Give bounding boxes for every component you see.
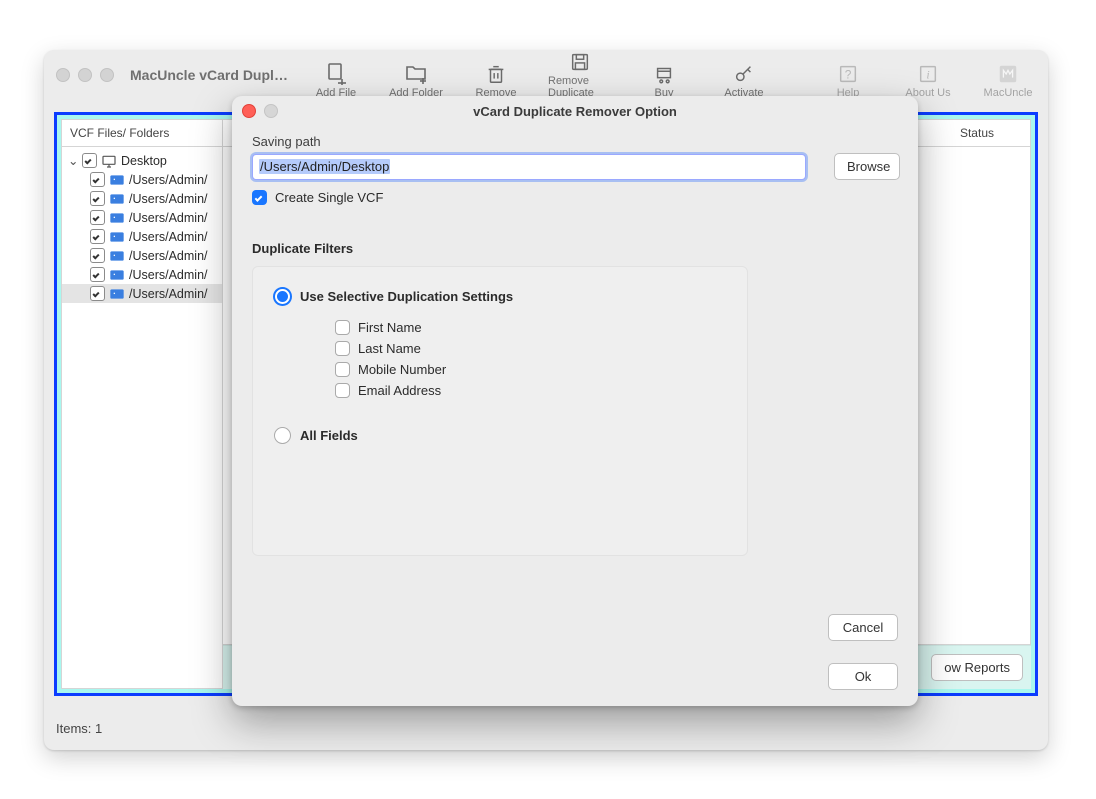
window-title: MacUncle vCard Duplica… xyxy=(130,67,290,83)
svg-text:i: i xyxy=(926,68,929,82)
modal-close-button[interactable] xyxy=(242,104,256,118)
check-last-name-label: Last Name xyxy=(358,341,421,356)
saving-path-label: Saving path xyxy=(252,134,898,149)
vcard-icon xyxy=(109,250,125,262)
duplicate-remover-modal: vCard Duplicate Remover Option Saving pa… xyxy=(232,96,918,706)
tree-panel: VCF Files/ Folders ⌄ Desktop /Users/Admi… xyxy=(61,119,223,689)
radio-selective-label: Use Selective Duplication Settings xyxy=(300,289,513,304)
modal-min-button xyxy=(264,104,278,118)
tree-item-checkbox[interactable] xyxy=(90,191,105,206)
window-controls[interactable] xyxy=(56,68,114,82)
traffic-light-min[interactable] xyxy=(78,68,92,82)
tree-item-label: /Users/Admin/ xyxy=(129,173,208,187)
traffic-light-close[interactable] xyxy=(56,68,70,82)
saving-path-value: /Users/Admin/Desktop xyxy=(259,159,390,174)
vcard-icon xyxy=(109,212,125,224)
tree-item-label: /Users/Admin/ xyxy=(129,192,208,206)
tree-root-label: Desktop xyxy=(121,154,167,168)
toolbar: Add File Add Folder Remove Remove Duplic… xyxy=(308,51,1036,99)
check-first-name[interactable] xyxy=(335,320,350,335)
create-single-vcf-checkbox[interactable] xyxy=(252,190,267,205)
toolbar-brand[interactable]: MacUncle xyxy=(980,63,1036,99)
tree-item[interactable]: /Users/Admin/ xyxy=(62,208,222,227)
vcard-icon xyxy=(109,269,125,281)
vcard-icon xyxy=(109,174,125,186)
duplicate-filters-header: Duplicate Filters xyxy=(252,241,898,256)
tree-item-label: /Users/Admin/ xyxy=(129,230,208,244)
saving-path-input[interactable]: /Users/Admin/Desktop xyxy=(252,154,806,180)
tree-root-checkbox[interactable] xyxy=(82,153,97,168)
column-status[interactable]: Status xyxy=(960,126,1020,140)
help-icon: ? xyxy=(837,63,859,85)
tree[interactable]: ⌄ Desktop /Users/Admin/ /Users/Admin/ /Use… xyxy=(62,147,222,307)
tree-item-checkbox[interactable] xyxy=(90,210,105,225)
toolbar-remove[interactable]: Remove xyxy=(468,63,524,99)
check-first-name-label: First Name xyxy=(358,320,422,335)
modal-title: vCard Duplicate Remover Option xyxy=(473,104,677,119)
vcard-icon xyxy=(109,288,125,300)
toolbar-add-file[interactable]: Add File xyxy=(308,61,364,99)
tree-item-checkbox[interactable] xyxy=(90,229,105,244)
tree-item[interactable]: /Users/Admin/ xyxy=(62,227,222,246)
add-folder-icon xyxy=(404,61,428,85)
tree-item-label: /Users/Admin/ xyxy=(129,211,208,225)
info-icon: i xyxy=(917,63,939,85)
browse-button[interactable]: Browse xyxy=(834,153,900,180)
tree-item[interactable]: /Users/Admin/ xyxy=(62,170,222,189)
tree-root-row[interactable]: ⌄ Desktop xyxy=(62,151,222,170)
cart-icon xyxy=(653,63,675,85)
toolbar-remove-duplicate[interactable]: Remove Duplicate xyxy=(548,51,612,99)
toolbar-buy[interactable]: Buy xyxy=(636,63,692,99)
ok-button[interactable]: Ok xyxy=(828,663,898,690)
radio-all-fields-label: All Fields xyxy=(300,428,358,443)
add-file-icon xyxy=(324,61,348,85)
titlebar: MacUncle vCard Duplica… Add File Add Fol… xyxy=(44,50,1048,100)
tree-item-label: /Users/Admin/ xyxy=(129,287,208,301)
tree-item-label: /Users/Admin/ xyxy=(129,249,208,263)
status-bar: Items: 1 xyxy=(56,721,102,736)
traffic-light-max[interactable] xyxy=(100,68,114,82)
create-single-vcf-label: Create Single VCF xyxy=(275,190,383,205)
vcard-icon xyxy=(109,231,125,243)
tree-item-checkbox[interactable] xyxy=(90,248,105,263)
show-reports-button[interactable]: ow Reports xyxy=(931,654,1023,681)
toolbar-add-folder[interactable]: Add Folder xyxy=(388,61,444,99)
tree-header: VCF Files/ Folders xyxy=(62,120,222,147)
check-mobile-label: Mobile Number xyxy=(358,362,446,377)
vcard-icon xyxy=(109,193,125,205)
filter-box: Use Selective Duplication Settings First… xyxy=(252,266,748,556)
radio-selective[interactable] xyxy=(275,289,290,304)
tree-item-checkbox[interactable] xyxy=(90,172,105,187)
toolbar-help[interactable]: ? Help xyxy=(820,63,876,99)
tree-item[interactable]: /Users/Admin/ xyxy=(62,246,222,265)
brand-icon xyxy=(997,63,1019,85)
svg-text:?: ? xyxy=(845,68,852,82)
tree-item[interactable]: /Users/Admin/ xyxy=(62,284,222,303)
cancel-button[interactable]: Cancel xyxy=(828,614,898,641)
monitor-icon xyxy=(101,154,117,168)
toolbar-activate[interactable]: Activate xyxy=(716,63,772,99)
modal-titlebar: vCard Duplicate Remover Option xyxy=(232,96,918,126)
check-email[interactable] xyxy=(335,383,350,398)
trash-icon xyxy=(485,63,507,85)
tree-item[interactable]: /Users/Admin/ xyxy=(62,189,222,208)
key-icon xyxy=(733,63,755,85)
tree-item[interactable]: /Users/Admin/ xyxy=(62,265,222,284)
radio-all-fields[interactable] xyxy=(275,428,290,443)
check-last-name[interactable] xyxy=(335,341,350,356)
toolbar-brand-label: MacUncle xyxy=(984,87,1033,99)
caret-down-icon[interactable]: ⌄ xyxy=(68,153,78,168)
toolbar-about[interactable]: i About Us xyxy=(900,63,956,99)
check-email-label: Email Address xyxy=(358,383,441,398)
tree-item-checkbox[interactable] xyxy=(90,267,105,282)
save-icon xyxy=(569,51,591,73)
check-mobile[interactable] xyxy=(335,362,350,377)
tree-item-checkbox[interactable] xyxy=(90,286,105,301)
tree-item-label: /Users/Admin/ xyxy=(129,268,208,282)
